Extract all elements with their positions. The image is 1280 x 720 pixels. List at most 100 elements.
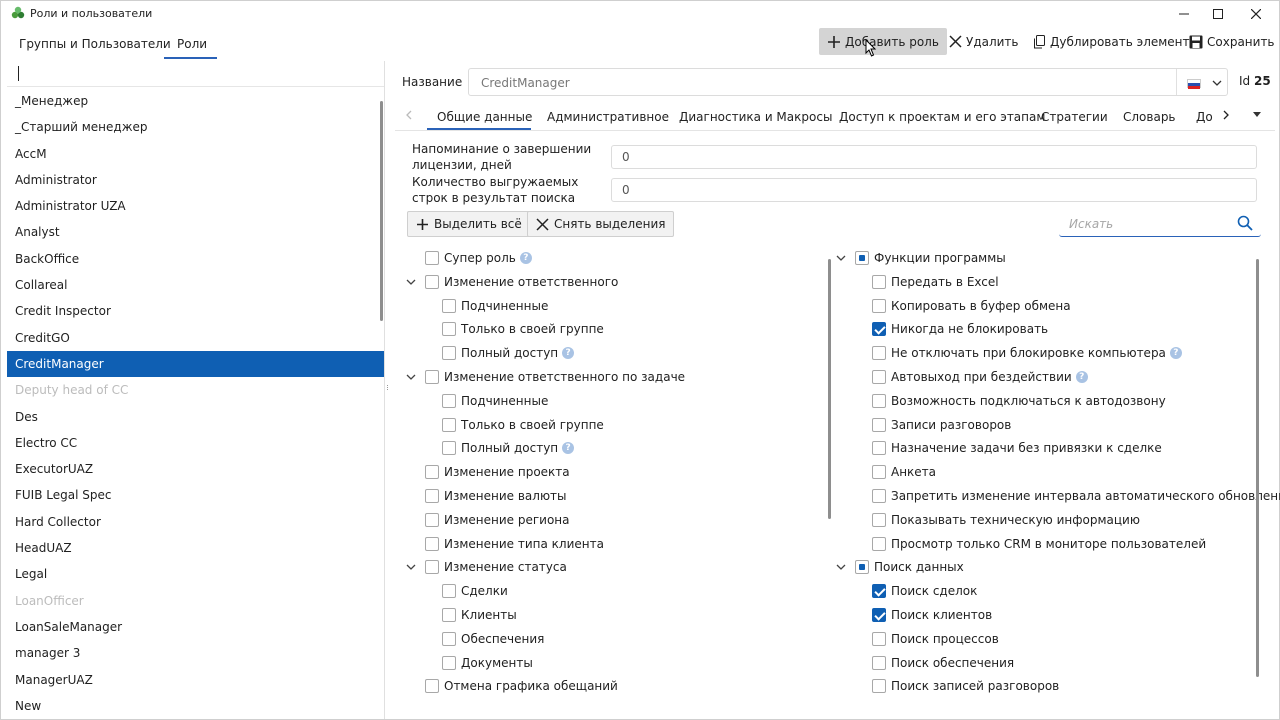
maximize-button[interactable]: [1201, 3, 1235, 25]
role-item[interactable]: New: [7, 693, 384, 719]
permission-item[interactable]: Полный доступ?: [442, 439, 575, 457]
role-item[interactable]: Analyst: [7, 219, 384, 245]
help-icon[interactable]: ?: [1169, 347, 1182, 360]
tab-administrative[interactable]: Административное: [547, 110, 669, 124]
tab-diagnostics[interactable]: Диагностика и Макросы: [679, 110, 832, 124]
permission-checkbox[interactable]: [872, 417, 886, 432]
permission-checkbox[interactable]: [872, 441, 886, 456]
permission-item[interactable]: Полный доступ?: [442, 344, 575, 362]
delete-button[interactable]: Удалить: [941, 28, 1027, 55]
permission-checkbox[interactable]: [872, 274, 886, 289]
role-item[interactable]: LoanSaleManager: [7, 614, 384, 640]
permission-checkbox[interactable]: [442, 655, 456, 670]
permission-checkbox[interactable]: [872, 465, 886, 480]
permission-item[interactable]: Обеспечения: [442, 630, 544, 648]
save-button[interactable]: Сохранить: [1181, 28, 1280, 55]
permission-checkbox[interactable]: [872, 393, 886, 408]
permission-checkbox[interactable]: [872, 679, 886, 694]
permission-checkbox[interactable]: [425, 560, 439, 575]
role-item[interactable]: _Старший менеджер: [7, 114, 384, 140]
russian-flag-icon[interactable]: [1187, 79, 1201, 89]
permission-checkbox[interactable]: [872, 631, 886, 646]
permission-item[interactable]: Изменение проекта: [425, 463, 570, 481]
permission-checkbox[interactable]: [425, 251, 439, 265]
permission-item[interactable]: Изменение типа клиента: [425, 535, 604, 553]
roles-search-input[interactable]: [7, 61, 384, 87]
permission-item[interactable]: Никогда не блокировать: [872, 320, 1048, 338]
role-item[interactable]: FUIB Legal Spec: [7, 482, 384, 508]
tab-dictionary[interactable]: Словарь: [1123, 110, 1176, 124]
left-tree-scrollbar[interactable]: [828, 259, 831, 519]
permission-item[interactable]: Сделки: [442, 582, 508, 600]
select-all-button[interactable]: Выделить всё: [407, 211, 531, 237]
permission-item[interactable]: Анкета: [872, 463, 936, 481]
permission-checkbox[interactable]: [872, 608, 886, 622]
tab-roles[interactable]: Роли: [177, 37, 207, 51]
expand-chevron-icon[interactable]: [406, 372, 416, 382]
permission-item[interactable]: Запретить изменение интервала автоматиче…: [872, 487, 1280, 505]
duplicate-button[interactable]: Дублировать элемент: [1025, 28, 1198, 55]
permission-checkbox[interactable]: [425, 679, 439, 694]
permission-item[interactable]: Функции программы: [855, 249, 1006, 267]
search-icon[interactable]: [1237, 215, 1253, 231]
permission-checkbox[interactable]: [442, 298, 456, 313]
role-item[interactable]: Administrator UZA: [7, 193, 384, 219]
permission-item[interactable]: Поиск записей разговоров: [872, 677, 1059, 695]
permission-checkbox[interactable]: [872, 512, 886, 527]
permission-checkbox[interactable]: [872, 584, 886, 599]
permission-item[interactable]: Супер роль?: [425, 249, 532, 267]
permission-item[interactable]: Показывать техническую информацию: [872, 511, 1140, 529]
role-item[interactable]: CreditManager: [7, 350, 384, 378]
role-item[interactable]: Collareal: [7, 272, 384, 298]
permission-item[interactable]: Отмена графика обещаний: [425, 677, 618, 695]
minimize-button[interactable]: [1167, 3, 1201, 25]
permission-checkbox[interactable]: [872, 298, 886, 313]
expand-chevron-icon[interactable]: [406, 277, 416, 287]
panel-splitter[interactable]: [387, 385, 390, 390]
permission-checkbox[interactable]: [425, 536, 439, 551]
role-item[interactable]: AccM: [7, 141, 384, 167]
permission-checkbox[interactable]: [425, 370, 439, 384]
permission-checkbox[interactable]: [442, 393, 456, 408]
close-button[interactable]: [1239, 3, 1273, 25]
permission-item[interactable]: Не отключать при блокировке компьютера?: [872, 344, 1182, 362]
permission-item[interactable]: Просмотр только CRM в мониторе пользоват…: [872, 535, 1206, 553]
role-item[interactable]: manager 3: [7, 640, 384, 666]
permission-item[interactable]: Передать в Excel: [872, 273, 999, 291]
permission-item[interactable]: Изменение статуса: [425, 558, 567, 576]
permission-checkbox[interactable]: [872, 370, 886, 384]
permission-checkbox[interactable]: [855, 251, 869, 265]
help-icon[interactable]: ?: [1075, 371, 1088, 383]
add-role-button[interactable]: Добавить роль: [819, 28, 947, 55]
role-item[interactable]: Credit Inspector: [7, 298, 384, 324]
clear-selection-button[interactable]: Снять выделения: [527, 211, 675, 237]
permission-item[interactable]: Поиск процессов: [872, 630, 999, 648]
permission-checkbox[interactable]: [425, 465, 439, 480]
permission-checkbox[interactable]: [425, 489, 439, 503]
permission-checkbox[interactable]: [442, 322, 456, 337]
permission-item[interactable]: Поиск клиентов: [872, 606, 992, 624]
permission-item[interactable]: Документы: [442, 654, 533, 672]
permissions-search-input[interactable]: Искать: [1059, 211, 1261, 237]
permission-item[interactable]: Изменение ответственного: [425, 273, 618, 291]
role-item[interactable]: BackOffice: [7, 246, 384, 272]
chevron-down-icon[interactable]: [1211, 77, 1223, 89]
permission-item[interactable]: Только в своей группе: [442, 320, 604, 338]
role-item[interactable]: LoanOfficer: [7, 588, 384, 614]
permission-checkbox[interactable]: [425, 512, 439, 527]
help-icon[interactable]: ?: [562, 442, 575, 455]
expand-chevron-icon[interactable]: [836, 253, 846, 263]
role-item[interactable]: ManagerUAZ: [7, 667, 384, 693]
permission-checkbox[interactable]: [872, 655, 886, 670]
permission-item[interactable]: Подчиненные: [442, 392, 548, 410]
permission-item[interactable]: Подчиненные: [442, 297, 548, 315]
permission-item[interactable]: Только в своей группе: [442, 416, 604, 434]
permission-checkbox[interactable]: [442, 584, 456, 599]
permission-checkbox[interactable]: [425, 274, 439, 289]
permission-item[interactable]: Изменение региона: [425, 511, 570, 529]
permission-item[interactable]: Поиск обеспечения: [872, 654, 1014, 672]
help-icon[interactable]: ?: [562, 347, 575, 360]
tab-strategies[interactable]: Стратегии: [1041, 110, 1108, 124]
permission-item[interactable]: Клиенты: [442, 606, 517, 624]
permission-item[interactable]: Назначение задачи без привязки к сделке: [872, 439, 1162, 457]
